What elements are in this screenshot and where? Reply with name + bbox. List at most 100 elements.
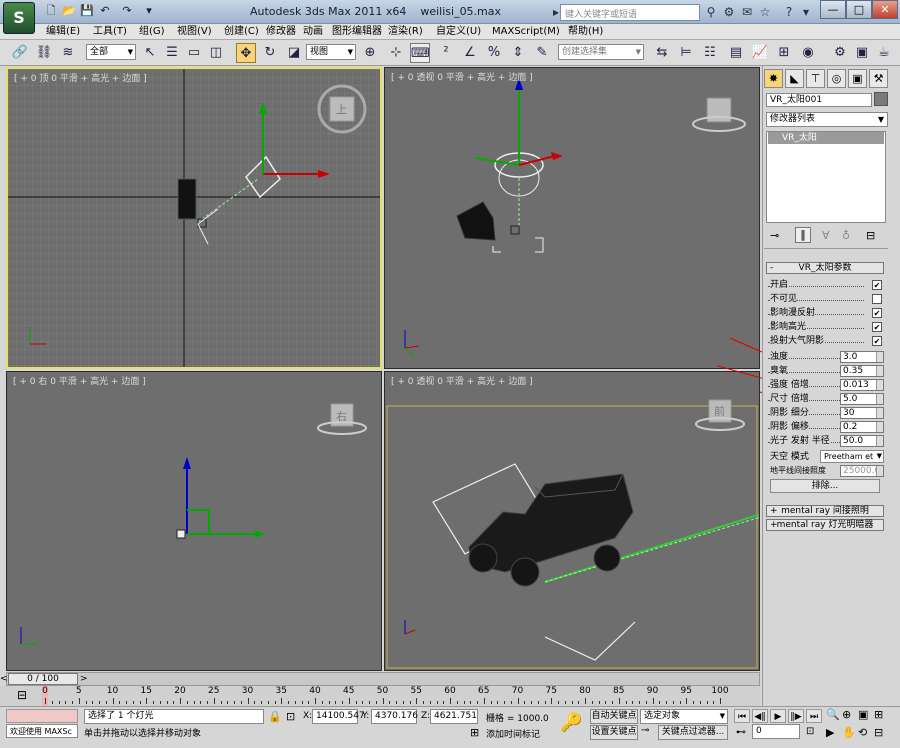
create-tab-icon[interactable]: ✸ <box>764 69 783 88</box>
help-icon[interactable]: ? <box>781 4 797 20</box>
window-crossing-icon[interactable]: ◫ <box>206 43 226 63</box>
menu-edit[interactable]: 编辑(E) <box>46 25 80 39</box>
go-to-end-icon[interactable]: ⏭ <box>806 709 822 723</box>
search-input[interactable]: 键入关键字或短语 <box>560 4 700 21</box>
time-slider-thumb[interactable]: 0 / 100 <box>8 673 78 685</box>
binoculars-icon[interactable]: ⚲ <box>703 4 719 20</box>
viewport-camera-label[interactable]: [ + 0 透视 0 平滑 + 高光 + 边面 ] <box>391 374 533 387</box>
mirror-icon[interactable]: ⇆ <box>652 43 672 63</box>
menu-group[interactable]: 组(G) <box>139 25 165 39</box>
key-filters-icon[interactable]: ⊸ <box>641 725 649 736</box>
object-color-swatch[interactable] <box>874 92 888 106</box>
sky-model-dropdown[interactable]: Preetham et ▼ <box>820 450 884 463</box>
time-slider-prev-icon[interactable]: < <box>0 674 8 684</box>
zoom-extents-icon[interactable]: ▣ <box>858 708 868 721</box>
menu-rendering[interactable]: 渲染(R) <box>388 25 423 39</box>
param-photon-emit-radius-spinner[interactable]: 50.0 <box>840 435 884 447</box>
next-frame-icon[interactable]: ‖▶ <box>788 709 804 723</box>
param-turbidity-spinner[interactable]: 3.0 <box>840 351 884 363</box>
pan-view-icon[interactable]: ✋ <box>842 726 856 739</box>
time-slider-next-icon[interactable]: > <box>80 674 88 684</box>
viewport-perspective[interactable]: [ + 0 透视 0 平滑 + 高光 + 边面 ] <box>384 67 760 369</box>
remove-modifier-icon[interactable]: ♁ <box>842 229 850 242</box>
time-configuration-icon[interactable]: ⊡ <box>806 726 814 737</box>
add-time-tag-button[interactable]: 添加时间标记 <box>486 727 540 740</box>
modifier-list-dropdown[interactable]: 修改器列表 ▼ <box>766 112 888 127</box>
maximize-button[interactable]: □ <box>846 0 872 19</box>
rollout-mental-ray-indirect[interactable]: + mental ray 间接照明 <box>766 505 884 517</box>
menu-animation[interactable]: 动画 <box>303 25 323 39</box>
menu-modifiers[interactable]: 修改器 <box>266 25 296 39</box>
reference-coordinate-dropdown[interactable]: 视图 <box>306 44 356 60</box>
param-affect-diffuse-checkbox[interactable]: ✔ <box>872 308 882 318</box>
material-editor-icon[interactable]: ◉ <box>798 43 818 63</box>
x-coordinate-field[interactable]: 14100.547 <box>312 709 365 724</box>
curve-editor-icon[interactable]: 📈 <box>750 43 770 63</box>
field-of-view-icon[interactable]: ▶ <box>826 726 834 739</box>
key-mode-toggle-icon[interactable]: ⊷ <box>736 727 746 738</box>
redo-icon[interactable]: ↷ <box>120 4 134 18</box>
unlink-icon[interactable]: ⛓ <box>34 43 54 63</box>
bind-space-warp-icon[interactable]: ≋ <box>58 43 78 63</box>
param-shadow-bias-spinner[interactable]: 0.2 <box>840 421 884 433</box>
param-cast-atmospheric-shadows-checkbox[interactable]: ✔ <box>872 336 882 346</box>
maxscript-listener-input[interactable]: 欢迎使用 MAXSc <box>6 724 78 738</box>
exclude-button[interactable]: 排除... <box>770 479 880 493</box>
key-icon[interactable]: 🔑 <box>560 712 582 733</box>
make-unique-icon[interactable]: ∀ <box>822 229 830 242</box>
param-enabled-checkbox[interactable]: ✔ <box>872 280 882 290</box>
zoom-all-icon[interactable]: ⊕ <box>842 708 851 721</box>
key-filters-button[interactable]: 关键点过滤器... <box>658 725 728 740</box>
select-and-scale-icon[interactable]: ◪ <box>284 43 304 63</box>
menu-help[interactable]: 帮助(H) <box>568 25 603 39</box>
menu-customize[interactable]: 自定义(U) <box>436 25 481 39</box>
menu-graph-editors[interactable]: 图形编辑器 <box>332 25 382 39</box>
param-affect-specular-checkbox[interactable]: ✔ <box>872 322 882 332</box>
percent-snap-icon[interactable]: % <box>484 43 504 63</box>
angle-snap-icon[interactable]: ∠ <box>460 43 480 63</box>
selection-lock-icon[interactable]: 🔒 <box>268 710 282 723</box>
show-end-result-icon[interactable]: ‖ <box>795 227 811 243</box>
snaps-toggle-icon[interactable]: ² <box>436 43 456 63</box>
align-icon[interactable]: ⊨ <box>676 43 696 63</box>
hierarchy-tab-icon[interactable]: ⊤ <box>806 69 825 88</box>
param-size-multiplier-spinner[interactable]: 5.0 <box>840 393 884 405</box>
play-icon[interactable]: ▶ <box>770 709 786 723</box>
layer-manager-icon[interactable]: ☷ <box>700 43 720 63</box>
param-intensity-multiplier-spinner[interactable]: 0.013 <box>840 379 884 391</box>
link-icon[interactable]: 🔗 <box>10 43 30 63</box>
subscription-icon[interactable]: ⚙ <box>721 4 737 20</box>
previous-frame-icon[interactable]: ◀‖ <box>752 709 768 723</box>
object-name-field[interactable]: VR_太阳001 <box>766 93 872 107</box>
viewport-right-label[interactable]: [ + 0 右 0 平滑 + 高光 + 边面 ] <box>13 374 146 387</box>
maximize-viewport-toggle-icon[interactable]: ⊟ <box>874 726 883 739</box>
pin-stack-icon[interactable]: ⊸ <box>770 229 779 242</box>
auto-key-button[interactable]: 自动关键点 <box>590 709 638 724</box>
menu-views[interactable]: 视图(V) <box>177 25 212 39</box>
communication-center-icon[interactable]: ✉ <box>739 4 755 20</box>
schematic-view-icon[interactable]: ⊞ <box>774 43 794 63</box>
zoom-icon[interactable]: 🔍 <box>826 708 840 721</box>
viewcube-top-face[interactable]: 上 <box>336 101 347 117</box>
viewport-top[interactable]: [ + 0 顶 0 平滑 + 高光 + 边面 ] 上 <box>6 67 382 369</box>
rendered-frame-window-icon[interactable]: ▣ <box>852 43 872 63</box>
render-production-icon[interactable]: ☕ <box>874 43 894 63</box>
keyboard-shortcut-toggle-icon[interactable]: ⌨ <box>410 43 430 63</box>
edit-named-selection-icon[interactable]: ✎ <box>532 43 552 63</box>
maxscript-listener-pink[interactable] <box>6 709 78 723</box>
absolute-offset-toggle-icon[interactable]: ⊡ <box>286 710 295 723</box>
select-and-move-icon[interactable]: ✥ <box>236 43 256 63</box>
save-file-icon[interactable]: 💾 <box>80 4 94 18</box>
application-logo-button[interactable]: S <box>3 2 35 34</box>
go-to-start-icon[interactable]: ⏮ <box>734 709 750 723</box>
selection-filter-dropdown[interactable]: 全部 <box>86 44 136 60</box>
param-ozone-spinner[interactable]: 0.35 <box>840 365 884 377</box>
current-frame-field[interactable]: 0 <box>752 724 800 739</box>
help-dropdown-icon[interactable]: ▾ <box>798 4 814 20</box>
viewport-perspective-label[interactable]: [ + 0 透视 0 平滑 + 高光 + 边面 ] <box>391 70 533 83</box>
quick-access-dropdown-icon[interactable]: ▾ <box>142 4 156 18</box>
y-coordinate-field[interactable]: 4370.176 <box>371 709 418 724</box>
menu-maxscript[interactable]: MAXScript(M) <box>492 25 560 39</box>
rollout-vrsun-params[interactable]: - VR_太阳参数 <box>766 262 884 274</box>
select-by-name-icon[interactable]: ☰ <box>162 43 182 63</box>
